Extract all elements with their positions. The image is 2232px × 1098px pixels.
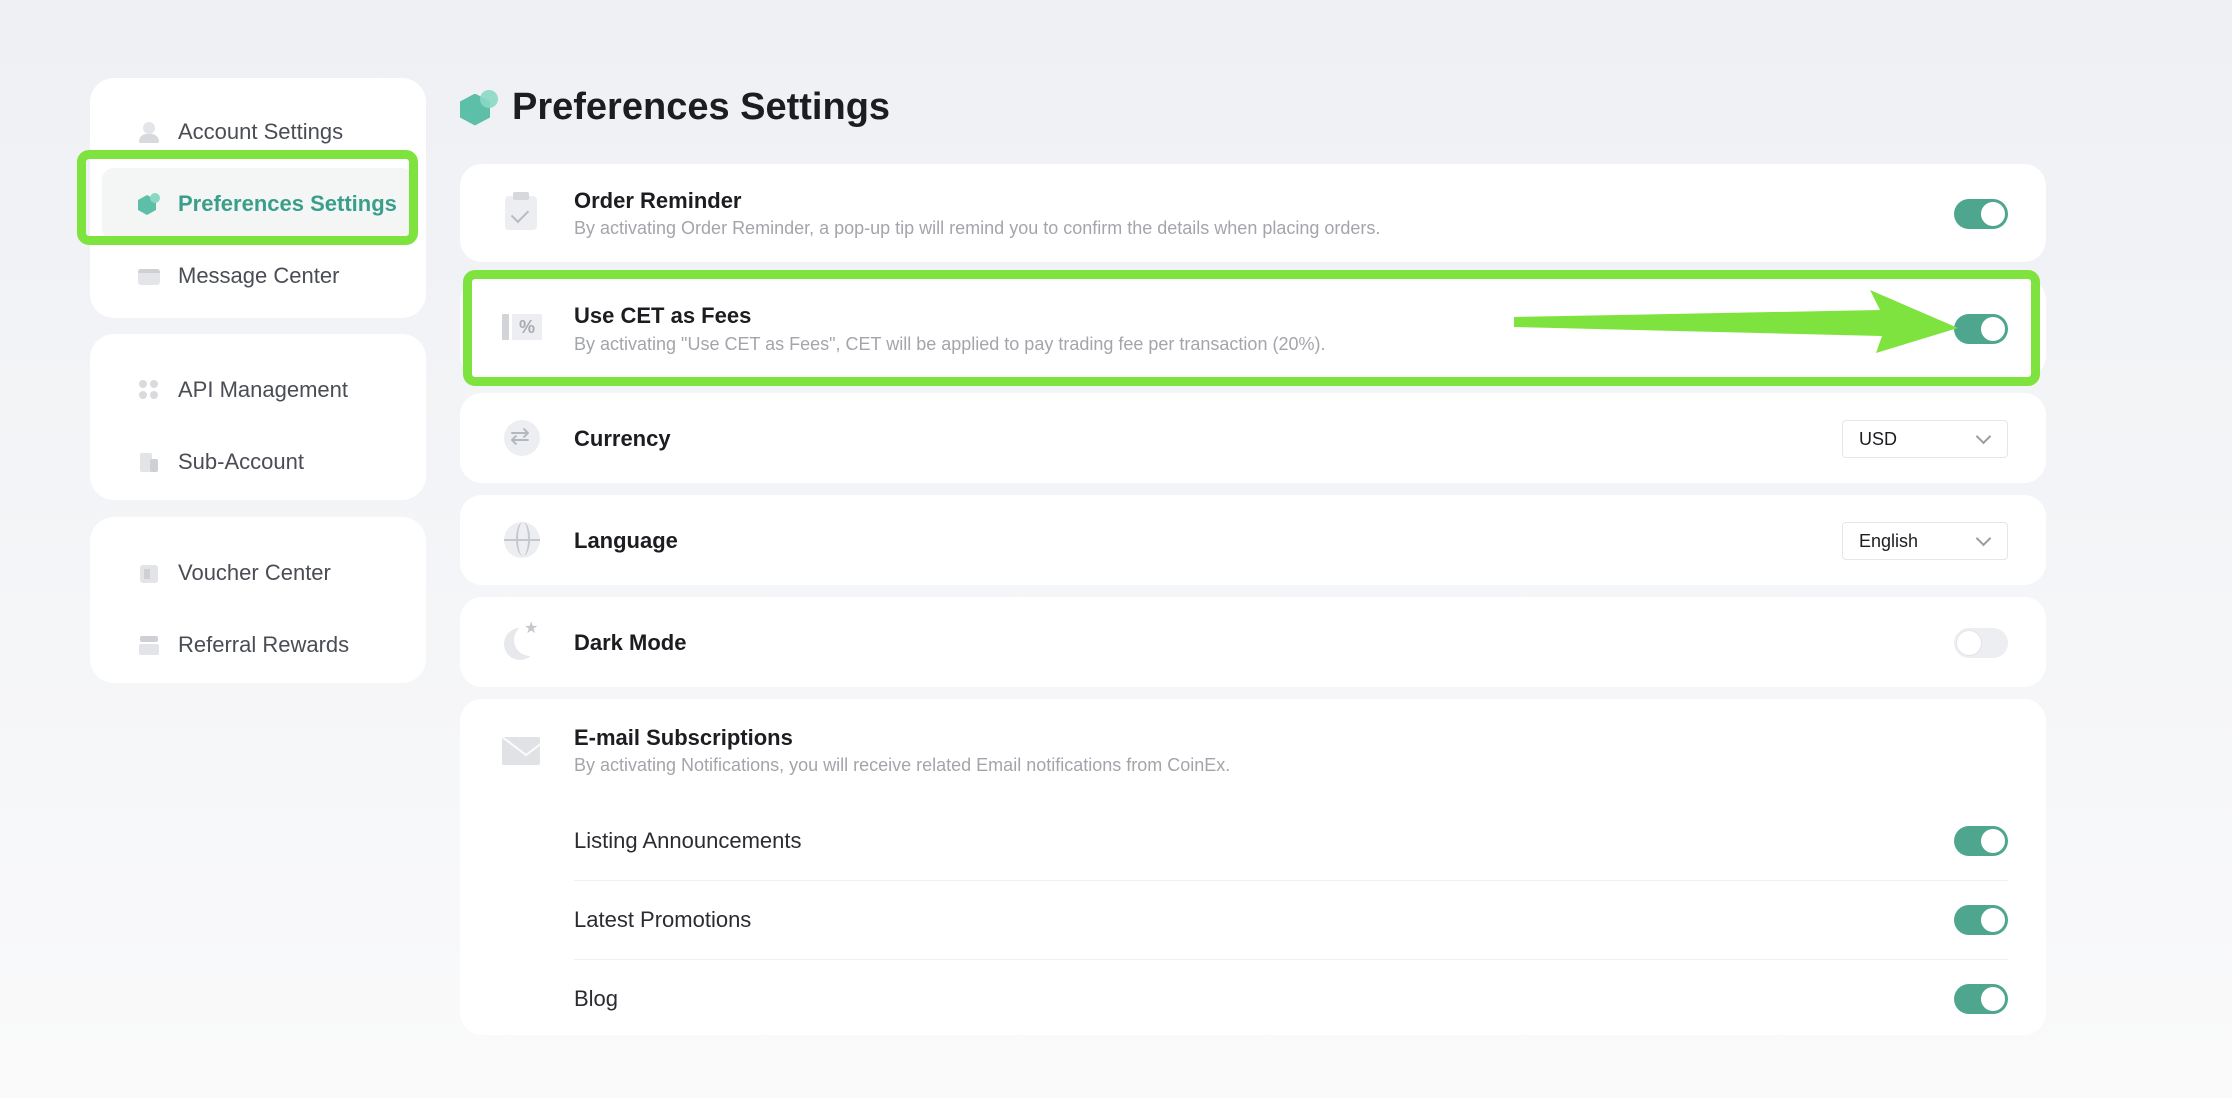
currency-value: USD <box>1859 429 1898 449</box>
sidebar-item-label: Sub-Account <box>178 449 304 474</box>
latest-promotions-label: Latest Promotions <box>574 907 752 932</box>
listing-announcements-toggle[interactable] <box>1954 826 2008 856</box>
latest-promotions-toggle[interactable] <box>1954 905 2008 935</box>
dark-mode-toggle[interactable] <box>1954 628 2008 658</box>
sidebar-item-preferences-settings[interactable]: Preferences Settings <box>102 168 414 240</box>
preferences-icon <box>138 193 160 215</box>
dark-mode-title: Dark Mode <box>574 630 687 655</box>
sidebar-item-label: Preferences Settings <box>178 191 397 216</box>
sidebar-item-message-center[interactable]: Message Center <box>102 240 414 312</box>
cet-fees-title: Use CET as Fees <box>574 303 752 328</box>
order-reminder-card: Order Reminder By activating Order Remin… <box>460 164 2046 262</box>
blog-label: Blog <box>574 986 619 1011</box>
language-card: Language English <box>460 495 2046 585</box>
email-subscriptions-desc: By activating Notifications, you will re… <box>574 755 1231 775</box>
sidebar-item-label: Voucher Center <box>178 560 331 585</box>
sidebar-item-account-settings[interactable]: Account Settings <box>102 96 414 168</box>
sub-account-icon <box>138 451 160 473</box>
list-item: Blog <box>574 960 2008 1039</box>
blog-toggle[interactable] <box>1954 984 2008 1014</box>
dark-mode-card: Dark Mode <box>460 597 2046 687</box>
language-select[interactable]: English <box>1842 522 2008 560</box>
exchange-icon <box>502 418 542 458</box>
currency-select[interactable]: USD <box>1842 420 2008 458</box>
language-title: Language <box>574 528 678 553</box>
sidebar-item-label: Referral Rewards <box>178 632 350 657</box>
sidebar-group-rewards: Voucher Center Referral Rewards <box>90 517 426 683</box>
referral-icon <box>138 634 160 656</box>
sidebar-item-voucher-center[interactable]: Voucher Center <box>102 537 414 609</box>
percent-ticket-icon <box>502 306 542 346</box>
cet-fees-desc: By activating "Use CET as Fees", CET wil… <box>574 334 1326 354</box>
envelope-icon <box>502 731 542 771</box>
list-item: Listing Announcements <box>574 802 2008 881</box>
sidebar-item-sub-account[interactable]: Sub-Account <box>102 426 414 498</box>
order-reminder-desc: By activating Order Reminder, a pop-up t… <box>574 218 1381 238</box>
api-icon <box>138 379 160 401</box>
moon-star-icon <box>502 618 542 662</box>
sidebar-item-label: Message Center <box>178 263 340 288</box>
currency-title: Currency <box>574 426 671 451</box>
page-title: Preferences Settings <box>512 86 891 128</box>
chevron-down-icon <box>1975 530 1992 547</box>
listing-announcements-label: Listing Announcements <box>574 828 802 853</box>
sidebar-group-account: Account Settings Preferences Settings Me… <box>90 78 426 318</box>
chevron-down-icon <box>1975 428 1992 445</box>
email-subscriptions-title: E-mail Subscriptions <box>574 725 793 750</box>
email-subscriptions-card: E-mail Subscriptions By activating Notif… <box>460 699 2046 1035</box>
sidebar-group-api: API Management Sub-Account <box>90 334 426 500</box>
page-header: Preferences Settings <box>460 86 890 129</box>
clipboard-check-icon <box>502 192 542 232</box>
person-icon <box>138 121 160 143</box>
message-icon <box>138 265 160 287</box>
order-reminder-title: Order Reminder <box>574 188 742 213</box>
order-reminder-toggle[interactable] <box>1954 199 2008 229</box>
language-value: English <box>1859 531 1919 551</box>
annotation-arrow-icon <box>1514 290 1958 353</box>
sidebar-item-label: API Management <box>178 377 348 402</box>
sidebar-item-referral-rewards[interactable]: Referral Rewards <box>102 609 414 681</box>
list-item: Latest Promotions <box>574 881 2008 960</box>
currency-card: Currency USD <box>460 393 2046 483</box>
voucher-icon <box>138 562 160 584</box>
globe-icon <box>502 520 542 560</box>
sidebar-item-label: Account Settings <box>178 119 344 144</box>
sidebar-item-api-management[interactable]: API Management <box>102 354 414 426</box>
preferences-logo-icon <box>460 89 498 126</box>
